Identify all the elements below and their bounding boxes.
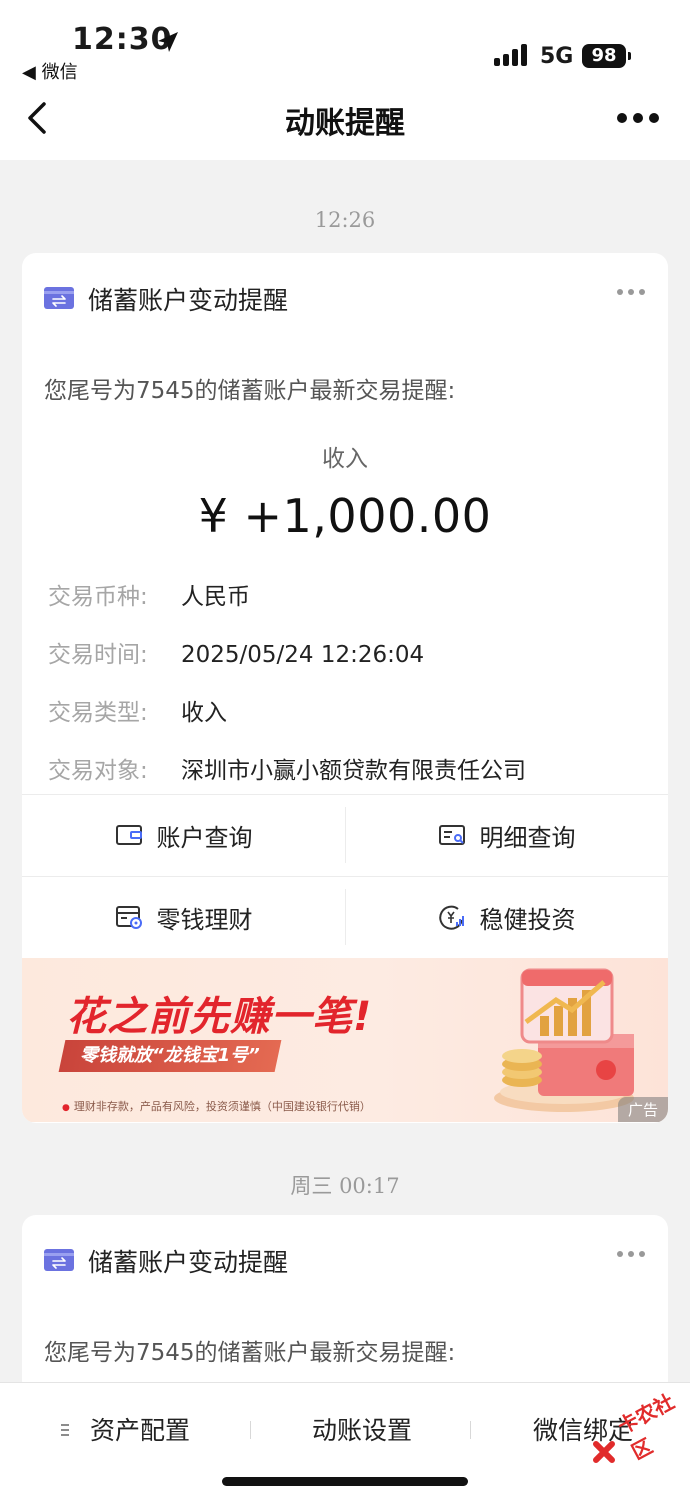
message-timestamp: 周三 00:17 bbox=[290, 1174, 400, 1198]
message-intro: 您尾号为7545的储蓄账户最新交易提醒: bbox=[44, 378, 456, 404]
home-indicator bbox=[222, 1477, 468, 1486]
divider bbox=[345, 889, 346, 945]
row-key: 交易对象: bbox=[48, 758, 148, 784]
action-grid: 账户查询 明细查询 零钱理财 稳健投资 bbox=[22, 795, 668, 957]
account-card-icon bbox=[44, 1249, 74, 1271]
ad-subline-text: 零钱就放“龙钱宝1号” bbox=[80, 1045, 260, 1066]
nav-bar: 动账提醒 bbox=[0, 84, 690, 160]
message-card: 储蓄账户变动提醒 您尾号为7545的储蓄账户最新交易提醒: bbox=[22, 1215, 668, 1395]
back-to-app-link[interactable]: ◀ 微信 bbox=[22, 58, 78, 84]
detail-row-time: 交易时间: 2025/05/24 12:26:04 bbox=[48, 635, 424, 669]
row-key: 交易时间: bbox=[48, 642, 148, 668]
menu-lines-icon bbox=[61, 1424, 69, 1436]
ad-disclaimer: 理财非存款，产品有风险，投资须谨慎（中国建设银行代销） bbox=[62, 1098, 371, 1114]
message-intro: 您尾号为7545的储蓄账户最新交易提醒: bbox=[44, 1340, 456, 1366]
row-value: 2025/05/24 12:26:04 bbox=[181, 642, 425, 668]
network-type: 5G bbox=[540, 44, 574, 69]
detail-row-currency: 交易币种: 人民币 bbox=[48, 577, 250, 611]
detail-row-counterparty: 交易对象: 深圳市小赢小额贷款有限责任公司 bbox=[48, 751, 526, 785]
signal-icon bbox=[494, 44, 527, 66]
divider bbox=[250, 1421, 251, 1439]
yuan-chart-icon bbox=[438, 905, 464, 930]
button-label: 零钱理财 bbox=[156, 905, 253, 934]
divider bbox=[470, 1421, 471, 1439]
button-label: 账户查询 bbox=[156, 823, 253, 852]
card-header: 储蓄账户变动提醒 bbox=[22, 253, 668, 343]
message-card: 储蓄账户变动提醒 您尾号为7545的储蓄账户最新交易提醒: 收入 ¥ +1,00… bbox=[22, 253, 668, 1123]
transaction-amount: ¥ +1,000.00 bbox=[198, 489, 492, 543]
wallet-icon bbox=[115, 825, 142, 845]
row-value: 深圳市小赢小额贷款有限责任公司 bbox=[181, 758, 526, 784]
account-card-icon bbox=[44, 287, 74, 309]
row-key: 交易币种: bbox=[48, 584, 148, 610]
card-more-icon[interactable] bbox=[616, 1247, 646, 1261]
page-title: 动账提醒 bbox=[285, 106, 405, 141]
detail-search-icon bbox=[438, 825, 465, 845]
more-options-icon[interactable] bbox=[614, 104, 662, 132]
row-key: 交易类型: bbox=[48, 700, 148, 726]
row-value: 人民币 bbox=[181, 584, 250, 610]
ad-headline: 花之前先赚一笔! bbox=[66, 994, 373, 1040]
gift-box-chart-illustration bbox=[494, 968, 634, 1112]
button-label: 稳健投资 bbox=[479, 905, 576, 934]
detail-row-type: 交易类型: 收入 bbox=[48, 693, 227, 727]
row-value: 收入 bbox=[181, 700, 227, 726]
transaction-type-label: 收入 bbox=[322, 446, 368, 472]
change-finance-button[interactable]: 零钱理财 bbox=[22, 877, 345, 957]
battery-indicator: 98 bbox=[582, 44, 631, 68]
detail-query-button[interactable]: 明细查询 bbox=[345, 795, 668, 875]
account-query-button[interactable]: 账户查询 bbox=[22, 795, 345, 875]
button-label: 明细查询 bbox=[479, 823, 576, 852]
location-arrow-icon bbox=[158, 32, 178, 52]
card-title: 储蓄账户变动提醒 bbox=[88, 1248, 289, 1277]
status-bar: 12:30 ◀ 微信 5G 98 bbox=[0, 0, 690, 84]
card-header: 储蓄账户变动提醒 bbox=[22, 1215, 668, 1305]
ad-tag: 广告 bbox=[617, 1097, 668, 1122]
divider bbox=[345, 807, 346, 863]
tab-asset-allocation[interactable]: 资产配置 bbox=[90, 1411, 190, 1447]
card-title: 储蓄账户变动提醒 bbox=[88, 286, 289, 315]
ad-banner[interactable]: 花之前先赚一笔! 零钱就放“龙钱宝1号” 理财非存款，产品有风险，投资须谨慎（中… bbox=[22, 958, 668, 1122]
stable-invest-button[interactable]: 稳健投资 bbox=[345, 877, 668, 957]
tab-alert-settings[interactable]: 动账设置 bbox=[312, 1411, 412, 1447]
card-coin-icon bbox=[115, 906, 142, 929]
ad-subline: 零钱就放“龙钱宝1号” bbox=[58, 1040, 282, 1072]
card-more-icon[interactable] bbox=[616, 285, 646, 299]
message-timestamp: 12:26 bbox=[314, 208, 376, 232]
